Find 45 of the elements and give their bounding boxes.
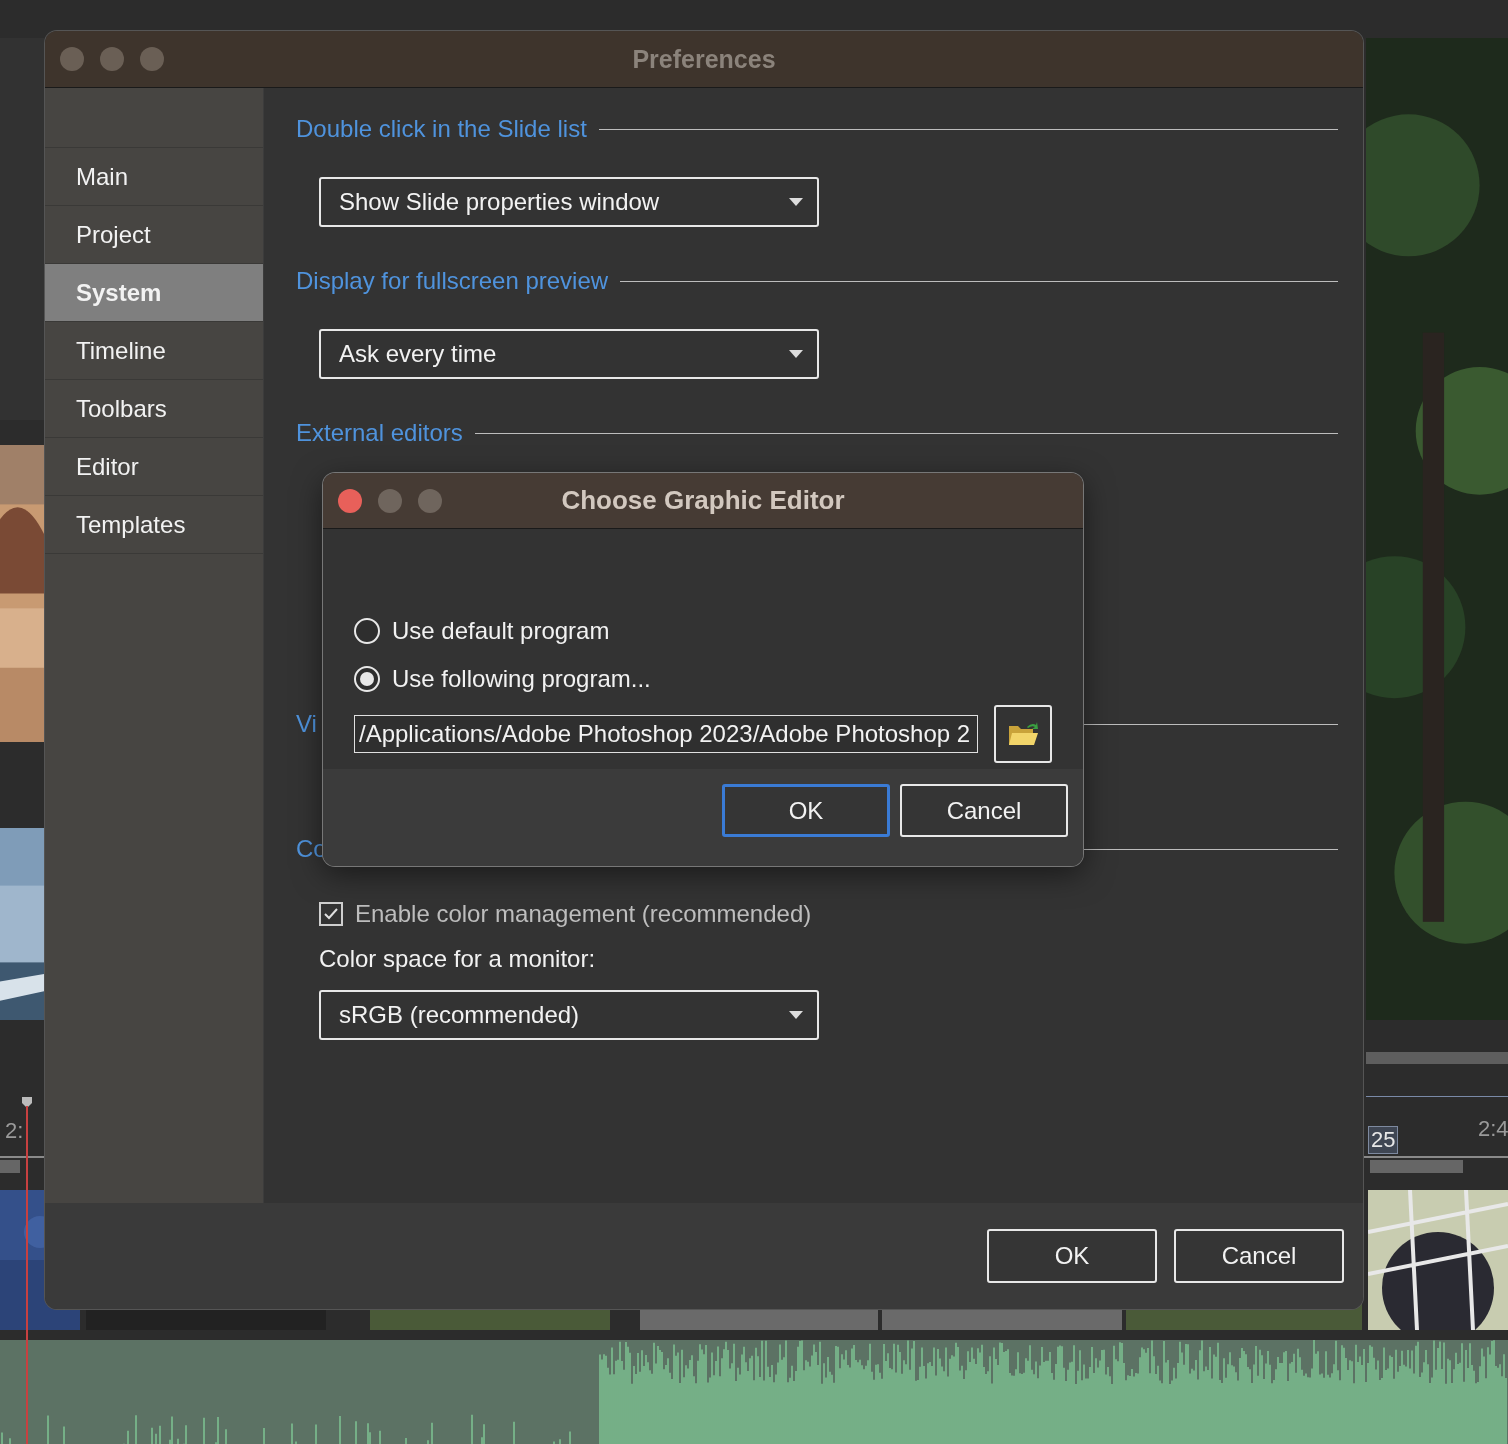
dropdown[interactable]: Ask every time (319, 329, 819, 379)
sidebar-item[interactable]: Toolbars (45, 379, 263, 437)
timeline-bar (0, 1160, 20, 1173)
section-header: Vi (296, 710, 317, 738)
sidebar-item[interactable]: Editor (45, 437, 263, 495)
frame-marker: 25 (1368, 1126, 1399, 1154)
radio-label: Use default program (392, 617, 610, 645)
path-field[interactable]: /Applications/Adobe Photoshop 2023/Adobe Photoshop 2 (354, 715, 978, 753)
zoom-button[interactable] (418, 488, 442, 513)
zoom-button[interactable] (140, 47, 164, 71)
sidebar-item[interactable]: Main (45, 147, 263, 205)
cancel-button[interactable]: Cancel (1174, 1229, 1344, 1283)
field-label: Color space for a monitor: (319, 945, 597, 973)
dropdown[interactable]: Show Slide properties window (319, 177, 819, 227)
checkbox[interactable] (319, 902, 343, 926)
section-header: Double click in the Slide list (296, 115, 587, 143)
time-label: 2:4 (1478, 1116, 1508, 1142)
scroll-track[interactable] (1366, 1052, 1508, 1064)
ok-button[interactable]: OK (987, 1229, 1157, 1283)
minimize-button[interactable] (378, 488, 402, 513)
browse-button[interactable] (994, 705, 1052, 763)
sidebar-item[interactable]: System (45, 263, 263, 321)
close-button[interactable] (60, 47, 84, 71)
section-header: External editors (296, 419, 463, 447)
caret-icon (789, 350, 803, 358)
dialog-title: Choose Graphic Editor (561, 485, 845, 516)
radio-button[interactable] (354, 618, 380, 644)
sidebar-item[interactable]: Timeline (45, 321, 263, 379)
caret-icon (789, 1011, 803, 1019)
caret-icon (789, 198, 803, 206)
section-header: Display for fullscreen preview (296, 267, 609, 295)
window-title: Preferences (632, 44, 776, 74)
close-button[interactable] (338, 488, 362, 513)
ok-button[interactable]: OK (722, 784, 890, 837)
sidebar-item[interactable]: Templates (45, 495, 263, 554)
radio-label: Use following program... (392, 665, 651, 693)
cancel-button[interactable]: Cancel (900, 784, 1068, 837)
time-label: 2: (5, 1118, 24, 1144)
checkbox-label: Enable color management (recommended) (355, 900, 812, 928)
playhead[interactable] (21, 1096, 33, 1444)
folder-icon (1007, 720, 1039, 748)
minimize-button[interactable] (100, 47, 124, 71)
radio-button[interactable] (354, 666, 380, 692)
dropdown[interactable]: sRGB (recommended) (319, 990, 819, 1040)
check-icon (323, 907, 339, 921)
